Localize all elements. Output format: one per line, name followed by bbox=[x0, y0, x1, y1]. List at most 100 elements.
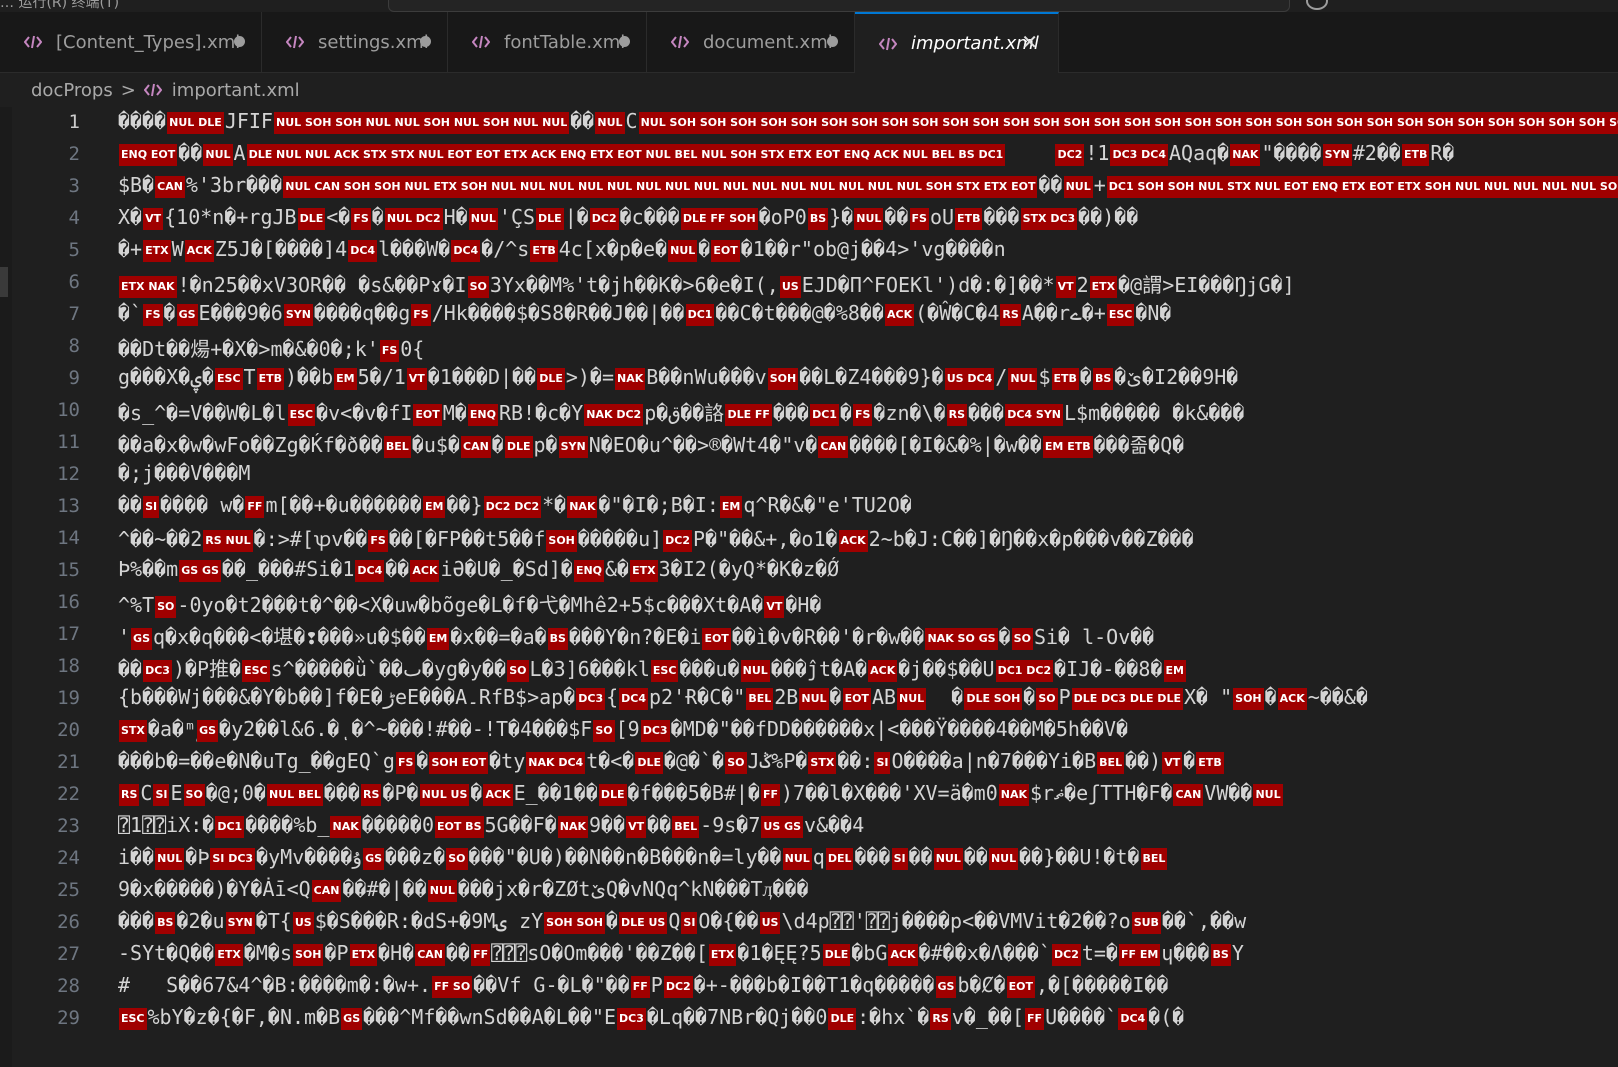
text-run: v&��4 bbox=[804, 813, 865, 837]
text-run: ⍰1⍰⍰iX:� bbox=[118, 813, 215, 837]
close-icon[interactable]: ✕ bbox=[1021, 32, 1038, 52]
control-char-badge: DC2 bbox=[1055, 144, 1085, 166]
control-char-badge: ETX NAK bbox=[119, 276, 177, 298]
code-editor[interactable]: 1 ���� NUL DLE JFIF NUL SOH SOH NUL NUL SOH … bbox=[0, 107, 1618, 1067]
code-line[interactable]: 18 �� DC3)�P推� ESC s^�����ǜ`��ٮ�yg�y�� SO L�3]… bbox=[0, 651, 1618, 683]
tab-content-types[interactable]: [Content_Types].xml bbox=[0, 12, 262, 72]
control-char-badge: EOT bbox=[702, 628, 731, 650]
code-line[interactable]: 26 ��� BS �2�u SYN �T{US $�S���R:�dS+�9Mۍ zY SO… bbox=[0, 907, 1618, 939]
code-line[interactable]: 11 ��a�x�w�wFo��Zg�Ḱf�ð�� BEL �u$� CAN � DLE p�… bbox=[0, 427, 1618, 459]
menu-bar[interactable]: … 运行(R) 终端(T) bbox=[0, 0, 119, 12]
line-content: X� VT {10*n�+rgJB DLE <� FS � NUL DC2 H� NUL 'ÇS DL… bbox=[118, 205, 1138, 230]
text-run: ,�[�����I�� bbox=[1036, 973, 1169, 997]
text-run: + bbox=[1093, 173, 1106, 197]
code-line[interactable]: 20 STX �a�ᵐۣ GS �y2��l&6.�ͺ�^~���!#��-!T�4��… bbox=[0, 715, 1618, 747]
line-content: g���X�ۑ� ESC T ETB)��b EM 5�/1 VT �1���D|�� DLE >… bbox=[118, 365, 1238, 390]
code-line[interactable]: 25 9�x�����)�Y�Ȧī<Q CAN ��#�|�� NUL ���jx�r�Z… bbox=[0, 875, 1618, 907]
code-line[interactable]: 12 �;j���V���M bbox=[0, 459, 1618, 491]
code-line[interactable]: 3 $B� CAN %'3br��� NUL CAN SOH SOH NUL ETX S… bbox=[0, 171, 1618, 203]
control-char-badge: DLE bbox=[822, 944, 851, 966]
text-run: *� bbox=[542, 493, 567, 517]
control-char-badge: ACK bbox=[483, 784, 513, 806]
control-char-badge: SO bbox=[507, 660, 529, 682]
control-char-badge: SI bbox=[891, 848, 908, 870]
control-char-badge: EOT bbox=[842, 688, 871, 710]
xml-code-icon bbox=[671, 35, 689, 49]
code-line[interactable]: 17 ' GS q�x�q���<�堪�❢���»u�$�� EM �x��=�a� BS �… bbox=[0, 619, 1618, 651]
control-char-badge: NAK bbox=[1230, 144, 1261, 166]
code-line[interactable]: 5 �+ ETX W ACK Z5J�[����]4 DC4 l���W� DC4 �/^s ETB… bbox=[0, 235, 1618, 267]
code-line[interactable]: 27 -SYt�Q�� ETX �M�s SOH �P ETX �H� CAN �� FF ⍰⍰⍰sO… bbox=[0, 939, 1618, 971]
code-line[interactable]: 1 ���� NUL DLE JFIF NUL SOH SOH NUL NUL SOH … bbox=[0, 107, 1618, 139]
line-content: ETX NAK !�n25��xV3OR�� �s&��Pɤ�I SO 3Yx��M%… bbox=[118, 269, 1295, 298]
control-char-badge: VT bbox=[143, 208, 164, 230]
command-center-search[interactable] bbox=[388, 0, 1290, 12]
code-line[interactable]: 4 X� VT {10*n�+rgJB DLE <� FS � NUL DC2 H� NUL 'ÇS D… bbox=[0, 203, 1618, 235]
control-char-badge: US GS bbox=[761, 816, 804, 838]
control-char-badge: ETX bbox=[349, 944, 378, 966]
text-run: �oP0 bbox=[758, 205, 807, 229]
modified-dot-icon[interactable] bbox=[827, 36, 838, 47]
control-char-badge: US bbox=[779, 276, 801, 298]
code-line[interactable]: 6 ETX NAK !�n25��xV3OR�� �s&��Pɤ�I SO 3Yx��M… bbox=[0, 267, 1618, 299]
control-char-badge: RS bbox=[930, 1008, 951, 1030]
modified-dot-icon[interactable] bbox=[234, 36, 245, 47]
text-run: q�x�q���<�堪�❢���»u�$�� bbox=[153, 625, 426, 649]
text-run: P�"��&+,�o1� bbox=[693, 527, 838, 551]
text-run: � bbox=[371, 205, 384, 229]
code-line[interactable]: 14 ^��~��2 RS NUL �:>#[ꝕv�� FS ��[�FP��t5��f S… bbox=[0, 523, 1618, 555]
code-line[interactable]: 16 ^%T SO -0yo�t2���t�^��<X�uw�bõge�L�f�弋�M… bbox=[0, 587, 1618, 619]
line-number: 29 bbox=[57, 1007, 80, 1029]
account-icon[interactable] bbox=[1306, 0, 1328, 10]
text-run: ���졺�Q� bbox=[1093, 433, 1185, 457]
text-run: Jݣ%P� bbox=[747, 749, 808, 773]
text-run: H� bbox=[443, 205, 468, 229]
code-line[interactable]: 9 g���X�ۑ� ESC T ETB)��b EM 5�/1 VT �1���D|�� DLE… bbox=[0, 363, 1618, 395]
control-char-badge: SI DC3 bbox=[210, 848, 256, 870]
text-run: �� bbox=[118, 657, 143, 681]
modified-dot-icon[interactable] bbox=[420, 36, 431, 47]
text-run: p2'Ɍ�C�" bbox=[649, 685, 746, 709]
control-char-badge: SYN bbox=[1322, 144, 1352, 166]
text-run: � bbox=[470, 781, 483, 805]
code-line[interactable]: 7 �` FS � GS E���9�6 SYN ����q��g FS/Hk����$�S8�… bbox=[0, 299, 1618, 331]
control-char-badge: CAN bbox=[415, 944, 445, 966]
text-run: AQaq� bbox=[1168, 141, 1230, 165]
code-line[interactable]: 19 {b���Wj���&�Y�b��]f�E�ڑeE���A۔RfB$>ap�… bbox=[0, 683, 1618, 715]
code-line[interactable]: 21 ���b�=��e�N�uTg_��gEQ`g FS � SOH EOT �ty NA… bbox=[0, 747, 1618, 779]
text-run: �� bbox=[178, 141, 203, 165]
code-line[interactable]: 28 # S��67&4^�B:����m�:�w+. FF SO ��Vf G-�L… bbox=[0, 971, 1618, 1003]
tab-document[interactable]: document.xml bbox=[647, 12, 855, 72]
breadcrumb-folder[interactable]: docProps bbox=[31, 80, 113, 101]
text-run: / bbox=[995, 365, 1008, 389]
tab-font-table[interactable]: fontTable.xml bbox=[448, 12, 647, 72]
code-line[interactable]: 29 ESC %bY�z�{�F,�N.m�B GS ���^Mf��wnSd��A�L… bbox=[0, 1003, 1618, 1035]
code-line[interactable]: 24 i�� NUL �Ϸ SI DC3 �yMv����ۇ GS ���z� SO ���"�U… bbox=[0, 843, 1618, 875]
text-run: N�EO�u^��>®�Wt4�"v� bbox=[588, 433, 818, 457]
text-run: O����a|n�7���Yi�B bbox=[891, 749, 1097, 773]
control-char-badge: ETX bbox=[708, 944, 737, 966]
line-number: 25 bbox=[57, 879, 80, 901]
code-line[interactable]: 15 Ϸ%��m GS GS ��_���#Si�1 DC4 �� ACK iƏ�U�_�Sd… bbox=[0, 555, 1618, 587]
code-line[interactable]: 8 ��Dt��煬+�X�>m�&�0�;k' FS 0{ bbox=[0, 331, 1618, 363]
code-line[interactable]: 13 �� SI ���� w� FF m[��+�u������ EM ��} DC2 DC2… bbox=[0, 491, 1618, 523]
control-char-badge: NAK bbox=[998, 784, 1030, 806]
tab-important[interactable]: important.xml ✕ bbox=[855, 12, 1059, 73]
text-run: �P bbox=[324, 941, 349, 965]
text-run: ��_���#Si�1 bbox=[221, 557, 355, 581]
control-char-badge: DC2 bbox=[589, 208, 619, 230]
code-line[interactable]: 2 ENQ EOT �� NUL A DLE NUL NUL ACK STX STX NU… bbox=[0, 139, 1618, 171]
breadcrumb-file[interactable]: important.xml bbox=[172, 80, 300, 101]
text-run: �` bbox=[118, 301, 143, 325]
text-run: �M�s bbox=[243, 941, 292, 965]
code-line[interactable]: 22 RS C SI E SO �@;0� NUL BEL ��� RS �P� NUL US � ACK… bbox=[0, 779, 1618, 811]
line-number: 24 bbox=[57, 847, 80, 869]
control-char-badge: GS GS bbox=[179, 560, 221, 582]
text-run: �f���5�B#|� bbox=[627, 781, 760, 805]
control-char-badge: ACK bbox=[838, 530, 868, 552]
tab-settings[interactable]: settings.xml bbox=[262, 12, 448, 72]
code-line[interactable]: 10 �s_^�=V��W�L�l ESC �v<�v�fI EOT M� ENQ RB!�c… bbox=[0, 395, 1618, 427]
modified-dot-icon[interactable] bbox=[619, 36, 630, 47]
control-char-badge: GS bbox=[341, 1008, 363, 1030]
code-line[interactable]: 23 ⍰1⍰⍰iX:� DC1 ����%b_ NAK �����0 EOT BS 5G��F… bbox=[0, 811, 1618, 843]
